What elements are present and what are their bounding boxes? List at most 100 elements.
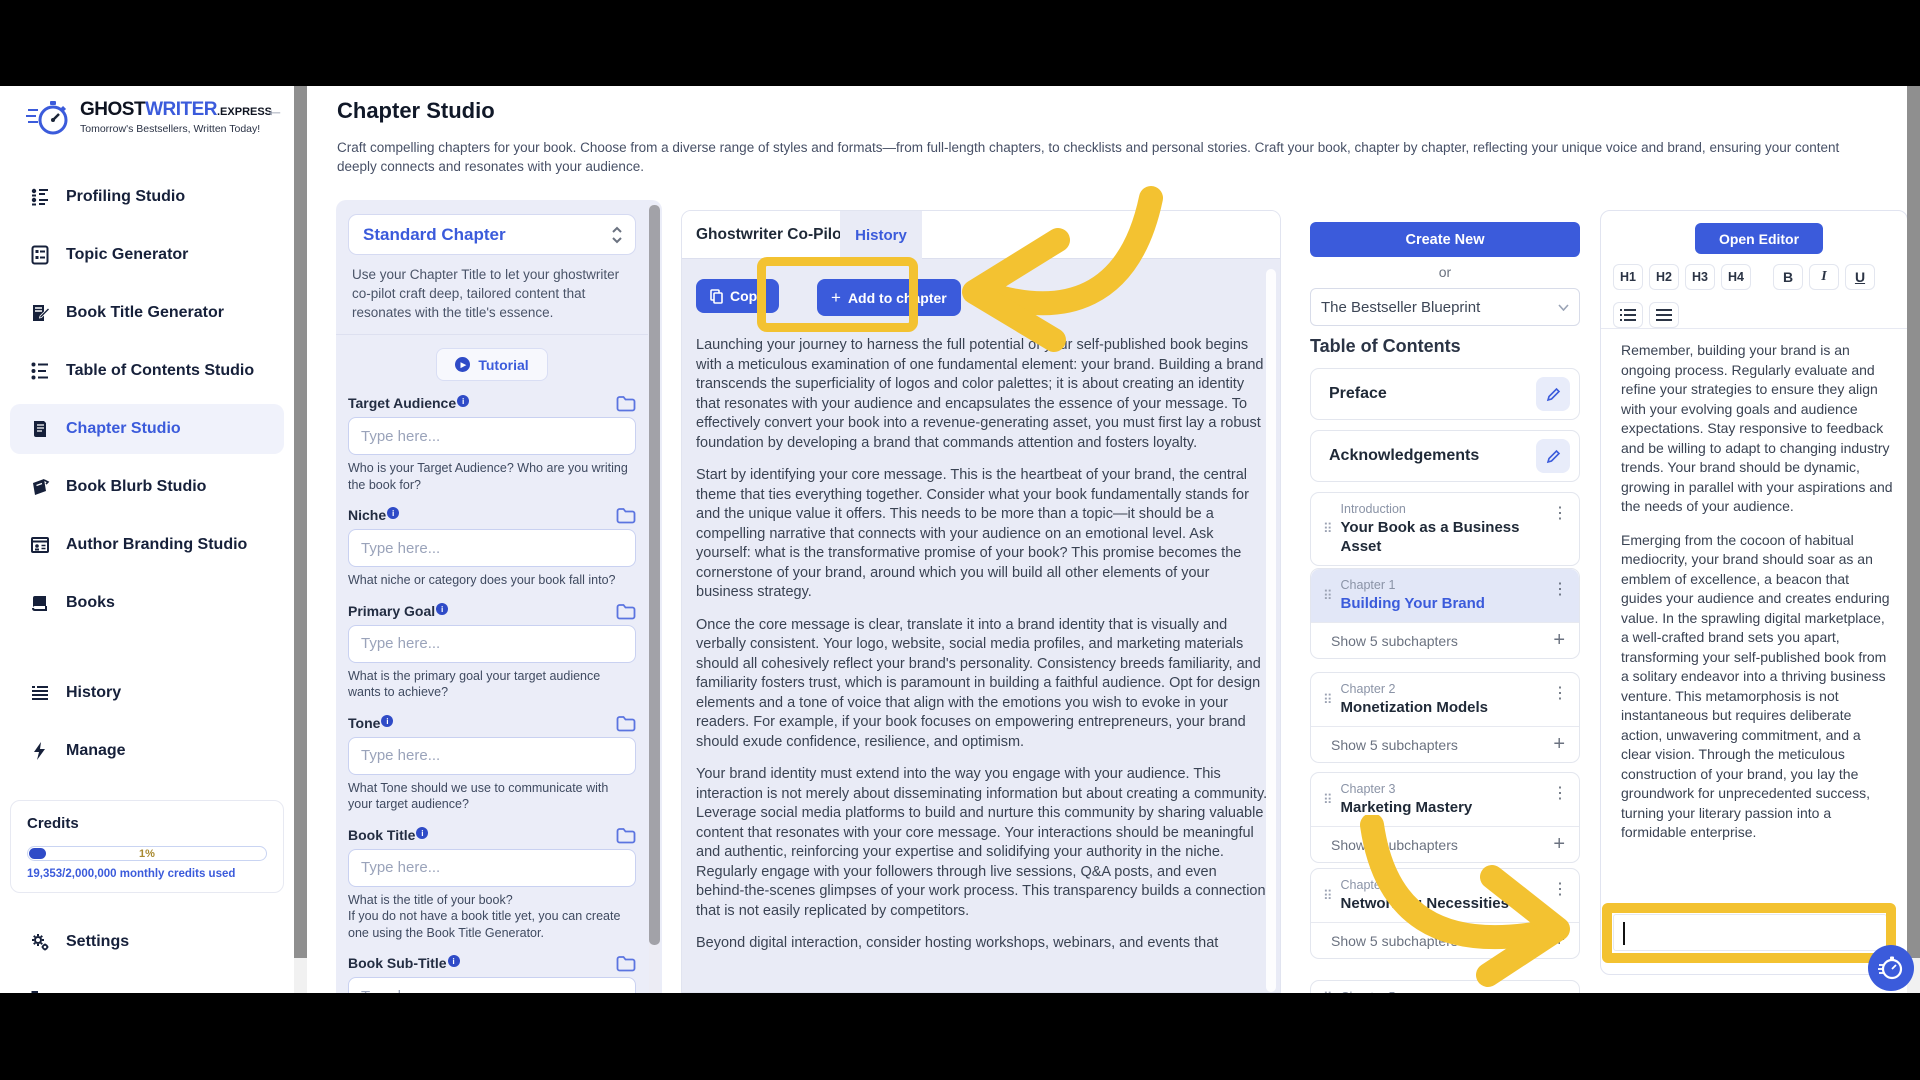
sidebar-item-book-blurb-studio[interactable]: Book Blurb Studio	[10, 462, 284, 512]
toc-entry-chapter-2[interactable]: ⠿ Chapter 2 Monetization Models ⋮ Show 5…	[1310, 672, 1580, 763]
drag-handle-icon[interactable]: ⠿	[1323, 888, 1333, 904]
main-scrollbar-thumb[interactable]	[1907, 86, 1920, 958]
edit-button[interactable]	[1536, 439, 1570, 473]
sidebar-item-topic-generator[interactable]: Topic Generator	[10, 230, 284, 280]
info-icon[interactable]: i	[448, 955, 460, 967]
copy-label: Copy	[730, 288, 765, 304]
sidebar-item-toc-studio[interactable]: Table of Contents Studio	[10, 346, 284, 396]
toc-heading: Table of Contents	[1310, 336, 1580, 357]
h3-button[interactable]: H3	[1685, 264, 1715, 290]
form-panel-scrollbar[interactable]	[649, 205, 660, 993]
paragraph: Your brand identity must extend into the…	[696, 765, 1268, 921]
tutorial-button[interactable]: ▶ Tutorial	[436, 348, 548, 381]
app-logo: GHOSTWRITER.EXPRESS Tomorrow's Bestselle…	[26, 94, 272, 140]
h4-button[interactable]: H4	[1721, 264, 1751, 290]
sidebar-item-book-title-generator[interactable]: Book Title Generator	[10, 288, 284, 338]
divider	[336, 334, 648, 335]
show-subchapters-row[interactable]: Show 5 subchapters +	[1311, 726, 1579, 762]
sidebar-item-label: Book Title Generator	[66, 304, 224, 322]
drag-handle-icon[interactable]: ⠿	[1323, 792, 1333, 808]
book-title-input[interactable]	[348, 849, 636, 887]
credits-title: Credits	[27, 815, 267, 832]
h1-button[interactable]: H1	[1613, 264, 1643, 290]
open-editor-button[interactable]: Open Editor	[1695, 223, 1823, 254]
info-icon[interactable]: i	[457, 395, 469, 407]
target-audience-input[interactable]	[348, 417, 636, 455]
field-primary-goal: Primary Goali What is the primary goal y…	[348, 603, 636, 701]
kebab-menu-icon[interactable]: ⋮	[1552, 783, 1569, 803]
show-subchapters-label: Show 5 subchapters	[1331, 737, 1458, 753]
primary-goal-input[interactable]	[348, 625, 636, 663]
folder-icon[interactable]	[616, 715, 636, 732]
folder-icon[interactable]	[616, 395, 636, 412]
sidebar-item-profiling-studio[interactable]: Profiling Studio	[10, 172, 284, 222]
chapter-title: Networking Necessities	[1341, 894, 1509, 913]
folder-icon[interactable]	[616, 603, 636, 620]
kebab-menu-icon[interactable]: ⋮	[1552, 683, 1569, 703]
sidebar-scrollbar[interactable]	[294, 86, 307, 993]
show-subchapters-row[interactable]: Show 5 subchapters +	[1311, 622, 1579, 658]
sidebar-item-label: Book Blurb Studio	[66, 478, 206, 496]
h2-button[interactable]: H2	[1649, 264, 1679, 290]
niche-input[interactable]	[348, 529, 636, 567]
unordered-list-button[interactable]	[1649, 302, 1679, 328]
folder-icon[interactable]	[616, 955, 636, 972]
toc-item-acknowledgements[interactable]: Acknowledgements	[1310, 430, 1580, 482]
chapter-form-panel: Standard Chapter Use your Chapter Title …	[336, 200, 662, 993]
ordered-list-icon	[1620, 308, 1636, 322]
kebab-menu-icon[interactable]: ⋮	[1552, 503, 1569, 523]
folder-icon[interactable]	[616, 507, 636, 524]
bottom-letterbox-bar	[0, 993, 1920, 1080]
toc-entry-chapter-3[interactable]: ⠿ Chapter 3 Marketing Mastery ⋮ Show 5 s…	[1310, 772, 1580, 863]
toc-entry-chapter-4[interactable]: ⠿ Chapter 4 Networking Necessities ⋮ Sho…	[1310, 868, 1580, 959]
sidebar-item-manage[interactable]: Manage	[10, 726, 284, 776]
tab-history[interactable]: History	[840, 211, 922, 259]
show-subchapters-row[interactable]: Show 5 subchapters +	[1311, 922, 1579, 958]
sidebar-item-chapter-studio[interactable]: Chapter Studio	[10, 404, 284, 454]
edit-button[interactable]	[1536, 377, 1570, 411]
bold-button[interactable]: B	[1773, 264, 1803, 290]
brand-fab-button[interactable]	[1868, 945, 1914, 991]
tab-ghostwriter-copilot[interactable]: Ghostwriter Co-Pilot	[696, 211, 847, 259]
chapter-type-select[interactable]: Standard Chapter	[348, 214, 636, 255]
add-to-chapter-button[interactable]: + Add to chapter	[817, 279, 961, 316]
plus-icon[interactable]: +	[1553, 929, 1565, 952]
sidebar-item-settings[interactable]: Settings	[10, 917, 284, 967]
plus-icon[interactable]: +	[1553, 833, 1565, 856]
show-subchapters-row[interactable]: Show 5 subchapters +	[1311, 826, 1579, 862]
create-new-button[interactable]: Create New	[1310, 222, 1580, 257]
drag-handle-icon[interactable]: ⠿	[1323, 692, 1333, 708]
folder-icon[interactable]	[616, 827, 636, 844]
toc-entry-chapter-1[interactable]: ⠿ Chapter 1 Building Your Brand ⋮ Show 5…	[1310, 568, 1580, 659]
ordered-list-button[interactable]	[1613, 302, 1643, 328]
blueprint-select[interactable]: The Bestseller Blueprint	[1310, 288, 1580, 326]
plus-icon[interactable]: +	[1553, 733, 1565, 756]
editor-prompt-input[interactable]	[1613, 914, 1887, 951]
copy-button[interactable]: Copy	[696, 279, 779, 313]
plus-icon[interactable]: +	[1553, 629, 1565, 652]
sidebar-item-books[interactable]: Books	[10, 578, 284, 628]
sidebar-scrollbar-thumb[interactable]	[294, 86, 307, 958]
main-scrollbar[interactable]	[1907, 86, 1920, 993]
toc-item-preface[interactable]: Preface	[1310, 368, 1580, 420]
kebab-menu-icon[interactable]: ⋮	[1552, 879, 1569, 899]
info-icon[interactable]: i	[381, 715, 393, 727]
italic-button[interactable]: I	[1809, 264, 1839, 290]
kebab-menu-icon[interactable]: ⋮	[1552, 579, 1569, 599]
drag-handle-icon[interactable]: ⠿	[1323, 521, 1333, 537]
copilot-scrollbar[interactable]	[1266, 269, 1276, 992]
info-icon[interactable]: i	[416, 827, 428, 839]
sidebar-item-history[interactable]: History	[10, 668, 284, 718]
tone-input[interactable]	[348, 737, 636, 775]
underline-button[interactable]: U	[1845, 264, 1875, 290]
form-scrollbar-thumb[interactable]	[649, 205, 660, 945]
toc-entry-introduction[interactable]: ⠿ Introduction Your Book as a Business A…	[1310, 492, 1580, 566]
sidebar-item-label: Profiling Studio	[66, 188, 185, 206]
paragraph: Once the core message is clear, translat…	[696, 616, 1268, 753]
credits-card: Credits 1% 19,353/2,000,000 monthly cred…	[10, 800, 284, 893]
info-icon[interactable]: i	[387, 507, 399, 519]
sidebar-collapse-icon[interactable]: ←	[265, 100, 284, 122]
drag-handle-icon[interactable]: ⠿	[1323, 588, 1333, 604]
info-icon[interactable]: i	[436, 603, 448, 615]
sidebar-item-author-branding-studio[interactable]: Author Branding Studio	[10, 520, 284, 570]
